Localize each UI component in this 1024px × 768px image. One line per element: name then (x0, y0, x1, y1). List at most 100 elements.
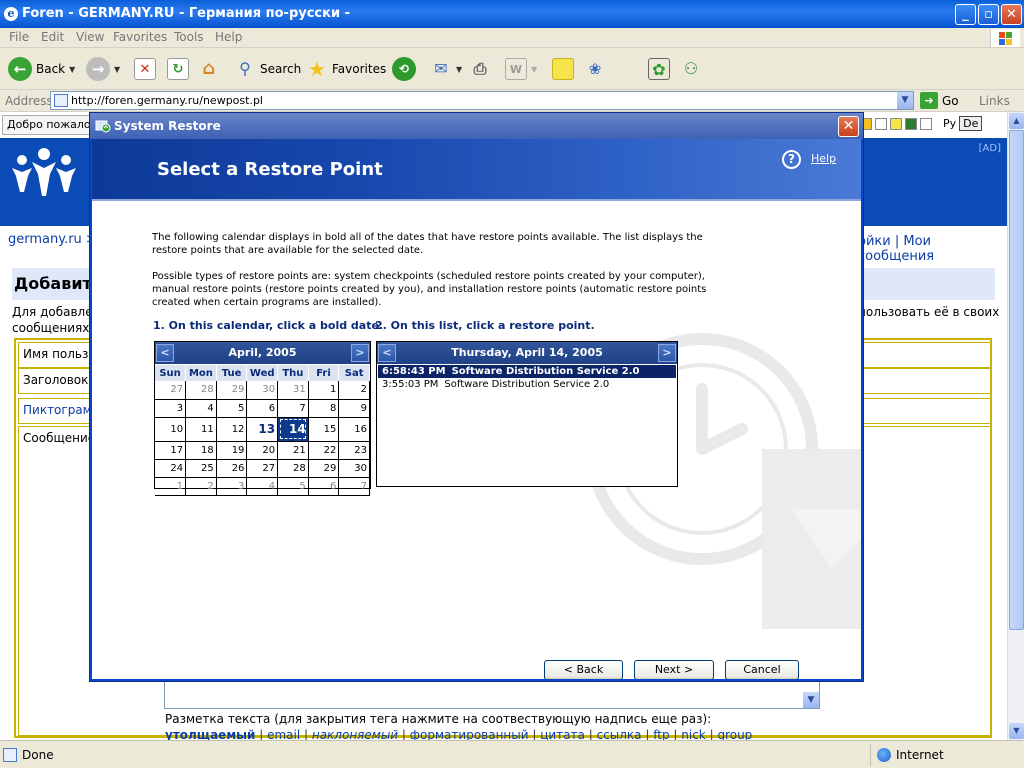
help-link[interactable]: Help (811, 152, 836, 165)
markup-quote-link[interactable]: цитата (540, 728, 585, 740)
restore-point-item[interactable]: 6:58:43 PM Software Distribution Service … (378, 365, 676, 378)
separator: | (401, 728, 410, 740)
breadcrumb[interactable]: germany.ru > (8, 232, 97, 247)
research-button[interactable]: ❀ (584, 56, 606, 82)
calendar-day: 29 (308, 459, 340, 478)
markup-email-link[interactable]: email (267, 728, 300, 740)
edit-dropdown-icon[interactable]: ▼ (531, 65, 537, 74)
calendar-day: 21 (277, 441, 309, 460)
site-logo-icon (12, 148, 76, 196)
markup-group-link[interactable]: group (717, 728, 752, 740)
my-messages-nav[interactable]: ойки | Мои сообщения (858, 234, 1007, 264)
mail-button[interactable]: ✉ ▼ (430, 56, 462, 82)
add-description-left: Для добавле сообщениях. (12, 304, 93, 336)
calendar-day[interactable]: 13 (246, 417, 279, 442)
calendar-week-row: 10 11 12 13 14 15 16 (155, 417, 370, 442)
markup-nick-link[interactable]: nick (681, 728, 706, 740)
calendar-weekday-header: Fri (308, 365, 340, 381)
markup-italic-link[interactable]: наклоняемый (312, 728, 398, 740)
calendar-weekday-header: Mon (185, 365, 217, 381)
markup-links: утолщаемый | email | наклоняемый | форма… (165, 728, 752, 740)
lang-de-link[interactable]: De (959, 116, 983, 131)
calendar-day: 1 (308, 381, 340, 400)
menu-favorites[interactable]: Favorites (113, 30, 167, 44)
messenger-button[interactable]: ⚇ (680, 56, 702, 82)
home-button[interactable]: ⌂ (198, 56, 220, 82)
calendar-day: 9 (338, 399, 370, 418)
restore-point-time: 6:58:43 PM (382, 366, 446, 377)
restore-point-item[interactable]: 3:55:03 PM Software Distribution Service … (378, 378, 676, 391)
home-icon: ⌂ (202, 58, 216, 79)
calendar-day: 12 (216, 417, 248, 442)
links-button[interactable]: Links (979, 94, 1010, 108)
forward-toolbar-button[interactable]: → ▼ (86, 56, 120, 82)
browser-title-bar: e Foren - GERMANY.RU - Германия по-русск… (0, 0, 1024, 28)
desc-line-1: Для добавле (12, 305, 93, 319)
back-arrow-icon: ← (8, 57, 32, 81)
close-window-button[interactable]: ✕ (1001, 4, 1022, 25)
back-toolbar-button[interactable]: ← Back ▼ (8, 56, 75, 82)
calendar-day-other-month: 31 (277, 381, 309, 400)
print-button[interactable]: ⎙ (469, 56, 491, 82)
history-button[interactable]: ⟲ (392, 56, 416, 82)
menu-bar: File Edit View Favorites Tools Help (0, 28, 1024, 48)
menu-edit[interactable]: Edit (41, 30, 64, 44)
go-button[interactable]: ➜ Go (920, 92, 959, 109)
forward-dropdown-icon[interactable]: ▼ (114, 65, 120, 74)
list-prev-day-button[interactable]: < (378, 344, 396, 362)
tool-note-icon[interactable] (890, 117, 902, 130)
separator: | (588, 728, 597, 740)
add-description-right: пользовать её в своих (858, 305, 1000, 319)
address-dropdown-icon[interactable]: ▼ (897, 92, 913, 109)
calendar-prev-month-button[interactable]: < (156, 344, 174, 362)
menu-file[interactable]: File (9, 30, 29, 44)
markup-ftp-link[interactable]: ftp (653, 728, 669, 740)
menu-tools[interactable]: Tools (174, 30, 204, 44)
menu-help[interactable]: Help (215, 30, 242, 44)
list-next-day-button[interactable]: > (658, 344, 676, 362)
icq-flower-icon: ✿ (648, 58, 670, 80)
tool-green-icon[interactable] (905, 117, 917, 130)
markup-bold-link[interactable]: утолщаемый (165, 728, 255, 740)
calendar-day[interactable]: 14 (277, 417, 309, 442)
scroll-down-icon[interactable]: ▼ (1009, 723, 1024, 739)
minimize-button[interactable]: _ (955, 4, 976, 25)
refresh-button[interactable]: ↻ (167, 56, 189, 82)
search-toolbar-button[interactable]: ⚲ Search (234, 56, 301, 82)
back-button[interactable]: < Back (544, 660, 623, 679)
lang-ru-link[interactable]: Ру (943, 117, 956, 130)
menu-view[interactable]: View (76, 30, 104, 44)
address-url: http://foren.germany.ru/newpost.pl (71, 94, 263, 107)
favorites-toolbar-button[interactable]: ★ Favorites (306, 56, 386, 82)
calendar-next-month-button[interactable]: > (351, 344, 369, 362)
calendar-weekday-header: Sat (338, 365, 370, 381)
browser-title: Foren - GERMANY.RU - Германия по-русски … (22, 6, 350, 21)
markup-link-link[interactable]: ссылка (597, 728, 642, 740)
markup-formatted-link[interactable]: форматированный (410, 728, 529, 740)
back-dropdown-icon[interactable]: ▼ (69, 65, 75, 74)
page-welcome-tab[interactable]: Добро пожаловать (2, 115, 92, 135)
calendar-day: 20 (246, 441, 279, 460)
restore-point-time: 3:55:03 PM (382, 379, 439, 390)
tool-edit-icon[interactable] (920, 117, 932, 130)
help-icon[interactable]: ? (782, 150, 801, 169)
next-button[interactable]: Next > (634, 660, 714, 679)
dialog-close-button[interactable]: ✕ (838, 116, 859, 137)
textarea-scroll-down-icon[interactable]: ▼ (803, 692, 819, 708)
mail-dropdown-icon[interactable]: ▼ (456, 65, 462, 74)
scroll-thumb[interactable] (1009, 130, 1024, 630)
cancel-button[interactable]: Cancel (725, 660, 799, 679)
edit-button[interactable]: W ▼ (505, 56, 537, 82)
calendar-day: 22 (308, 441, 340, 460)
icq-button[interactable]: ✿ (648, 56, 670, 82)
tool-check-icon[interactable] (875, 117, 887, 130)
page-scrollbar[interactable]: ▲ ▼ (1007, 112, 1024, 740)
stop-button[interactable]: ✕ (134, 56, 156, 82)
address-input[interactable]: http://foren.germany.ru/newpost.pl ▼ (50, 91, 914, 110)
scroll-up-icon[interactable]: ▲ (1009, 113, 1024, 129)
maximize-button[interactable]: ▫ (978, 4, 999, 25)
forward-arrow-icon: → (86, 57, 110, 81)
calendar-week-row: 27 28 29 30 31 1 2 (155, 381, 370, 400)
notes-button[interactable] (552, 56, 574, 82)
step2-label: 2. On this list, click a restore point. (375, 319, 595, 332)
